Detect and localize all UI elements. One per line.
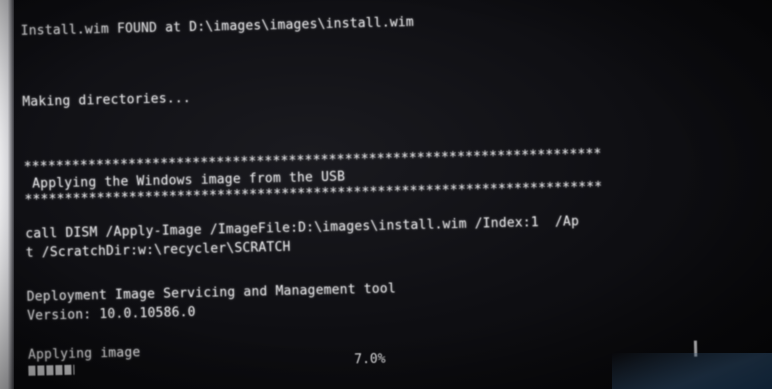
terminal-line-version: Version: 10.0.10586.0 xyxy=(27,304,196,324)
terminal-line-wim-found: Install.wim FOUND at D:\images\images\in… xyxy=(20,14,415,39)
monitor-bezel xyxy=(0,0,14,389)
terminal-line-dism-title: Deployment Image Servicing and Managemen… xyxy=(26,281,397,305)
terminal-line-scratchdir: t /ScratchDir:w:\recycler\SCRATCH xyxy=(25,239,291,261)
progress-percent: 7.0% xyxy=(354,351,386,368)
desk-reflection xyxy=(612,353,772,389)
monitor-photo: Install.wim FOUND at D:\images\images\in… xyxy=(0,0,772,389)
progress-fill xyxy=(28,364,75,376)
terminal-window: Install.wim FOUND at D:\images\images\in… xyxy=(14,0,772,389)
terminal-line-making-directories: Making directories... xyxy=(22,91,192,110)
terminal-line-dism-command: call DISM /Apply-Image /ImageFile:D:\ima… xyxy=(25,214,580,242)
